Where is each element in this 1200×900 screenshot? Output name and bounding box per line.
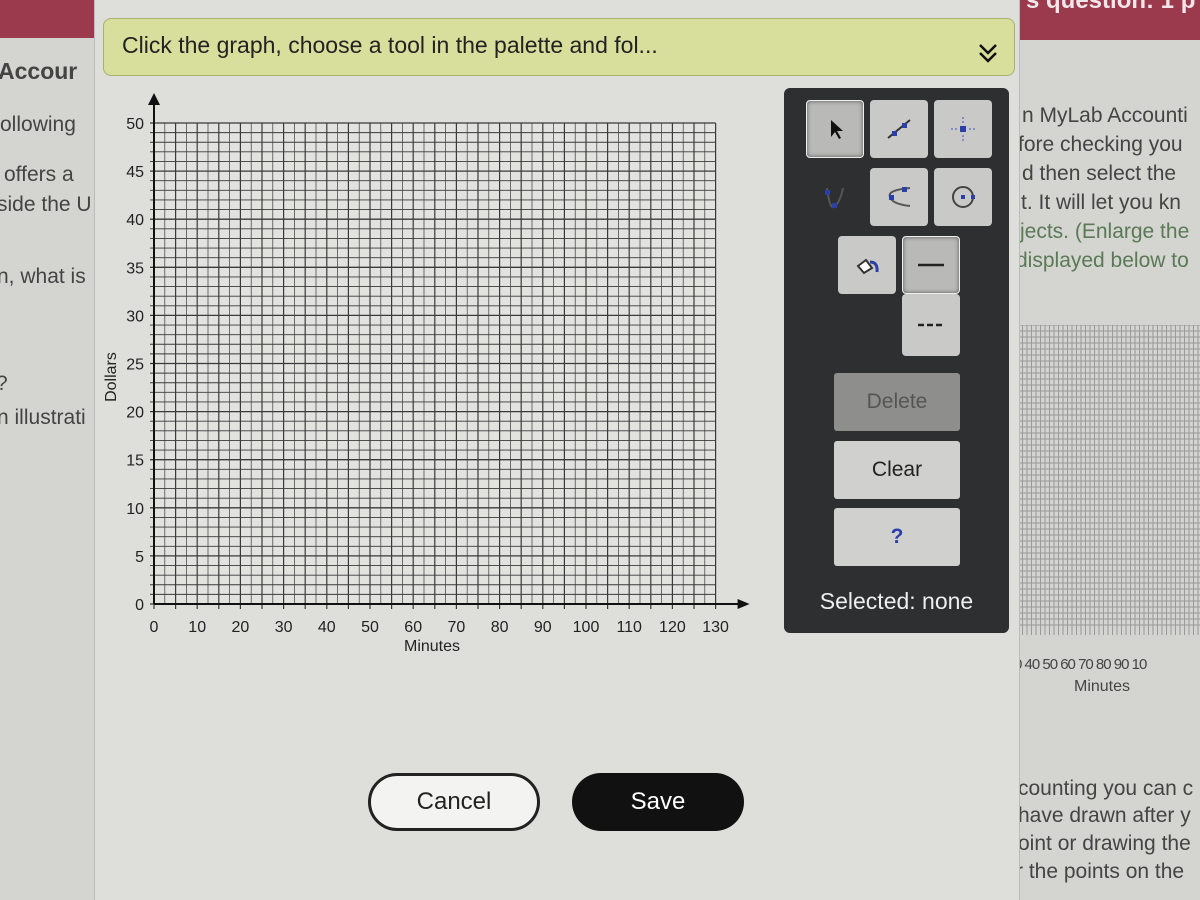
x-tick-label: 20	[232, 619, 250, 636]
selected-status: Selected: none	[819, 588, 974, 614]
x-axis-arrow	[737, 599, 750, 609]
text-line: r the points on the	[1018, 860, 1185, 883]
parabola-vertical-icon	[825, 187, 844, 209]
x-tick-label: 10	[188, 619, 206, 636]
line-icon	[887, 119, 911, 139]
fill-tool[interactable]	[838, 236, 896, 294]
text-line: have drawn after y	[1018, 804, 1191, 827]
graph-area[interactable]: 0 5 10 15 20 25 30 35 40 45 50 0 10 20 30 40 50 60 70 80 90 1…	[95, 85, 775, 675]
x-tick-label: 100	[573, 619, 600, 636]
text-line: oint or drawing the	[1018, 832, 1191, 855]
pointer-tool[interactable]	[806, 100, 864, 158]
mini-graph[interactable]	[1018, 325, 1200, 655]
x-tick-label: 80	[491, 619, 509, 636]
y-tick-label: 50	[126, 116, 144, 133]
y-tick-label: 25	[126, 357, 144, 374]
parabola-horizontal-icon	[888, 187, 911, 207]
clear-button[interactable]: Clear	[834, 441, 960, 499]
dashed-line-style[interactable]	[902, 294, 960, 356]
text-line: fore checking you	[1018, 133, 1183, 156]
text-line: side the U	[0, 193, 92, 216]
instruction-text: Click the graph, choose a tool in the pa…	[122, 32, 658, 58]
dashed-line-icon	[918, 323, 944, 327]
y-tick-label: 35	[126, 260, 144, 277]
text-line: n illustrati	[0, 406, 86, 429]
cancel-button[interactable]: Cancel	[368, 773, 540, 831]
pointer-icon	[831, 120, 843, 139]
help-button[interactable]: ?	[834, 508, 960, 566]
tool-palette: Delete Clear ? Selected: none	[784, 88, 1009, 633]
x-tick-label: 90	[534, 619, 552, 636]
circle-icon	[952, 186, 975, 208]
point-tool[interactable]	[934, 100, 992, 158]
background-question-page-right: s question: 1 p n MyLab Accounti fore ch…	[1018, 0, 1200, 900]
point-icon	[951, 117, 975, 141]
heading: Accour	[0, 58, 78, 84]
x-tick-label: 0	[150, 619, 159, 636]
mini-x-ticks: 0 40 50 60 70 80 90 10	[1018, 656, 1147, 673]
y-tick-label: 30	[126, 308, 144, 325]
y-tick-label: 40	[126, 212, 144, 229]
parabola-vertical-tool[interactable]	[806, 168, 864, 226]
text-line: displayed below to	[1018, 249, 1189, 272]
line-tool[interactable]	[870, 100, 928, 158]
x-axis-label: Minutes	[404, 638, 461, 655]
graph-dialog: Click the graph, choose a tool in the pa…	[94, 0, 1020, 900]
header-text: s question: 1 p	[1026, 0, 1196, 14]
text-line: d then select the	[1022, 162, 1177, 185]
background-question-page-left: Accour ollowing offers a side the U n, w…	[0, 0, 95, 900]
x-tick-label: 30	[275, 619, 293, 636]
parabola-horizontal-tool[interactable]	[870, 168, 928, 226]
header-bar	[0, 0, 95, 38]
delete-button[interactable]: Delete	[834, 373, 960, 431]
x-tick-label: 120	[659, 619, 686, 636]
y-tick-label: 45	[126, 164, 144, 181]
x-tick-label: 130	[702, 619, 729, 636]
text-line: t. It will let you kn	[1021, 191, 1181, 214]
y-axis-arrow	[148, 93, 160, 105]
solid-line-style[interactable]	[902, 236, 960, 294]
header-bar: s question: 1 p	[1018, 0, 1200, 40]
y-tick-label: 5	[135, 549, 144, 566]
text-line: counting you can c	[1018, 777, 1194, 800]
y-tick-label: 15	[126, 453, 144, 470]
y-tick-label: 20	[126, 405, 144, 422]
y-tick-label: 10	[126, 501, 144, 518]
save-button[interactable]: Save	[572, 773, 744, 831]
circle-tool[interactable]	[934, 168, 992, 226]
solid-line-icon	[918, 263, 944, 267]
x-tick-label: 70	[448, 619, 466, 636]
text-line: n, what is	[0, 265, 86, 288]
y-axis-label: Dollars	[102, 352, 120, 402]
x-tick-label: 50	[361, 619, 379, 636]
paint-bucket-icon	[856, 258, 879, 275]
text-line: ollowing	[0, 113, 76, 136]
text-line: ?	[0, 372, 8, 396]
double-chevron-down-icon[interactable]	[976, 41, 1000, 72]
x-tick-label: 40	[318, 619, 336, 636]
x-tick-label: 110	[616, 619, 642, 636]
instruction-banner: Click the graph, choose a tool in the pa…	[103, 18, 1015, 76]
text-line: offers a	[4, 163, 74, 186]
x-tick-label: 60	[404, 619, 422, 636]
text-line: n MyLab Accounti	[1022, 104, 1188, 127]
mini-x-label: Minutes	[1074, 678, 1131, 695]
text-line: jects. (Enlarge the	[1020, 220, 1190, 243]
y-tick-label: 0	[135, 597, 144, 614]
